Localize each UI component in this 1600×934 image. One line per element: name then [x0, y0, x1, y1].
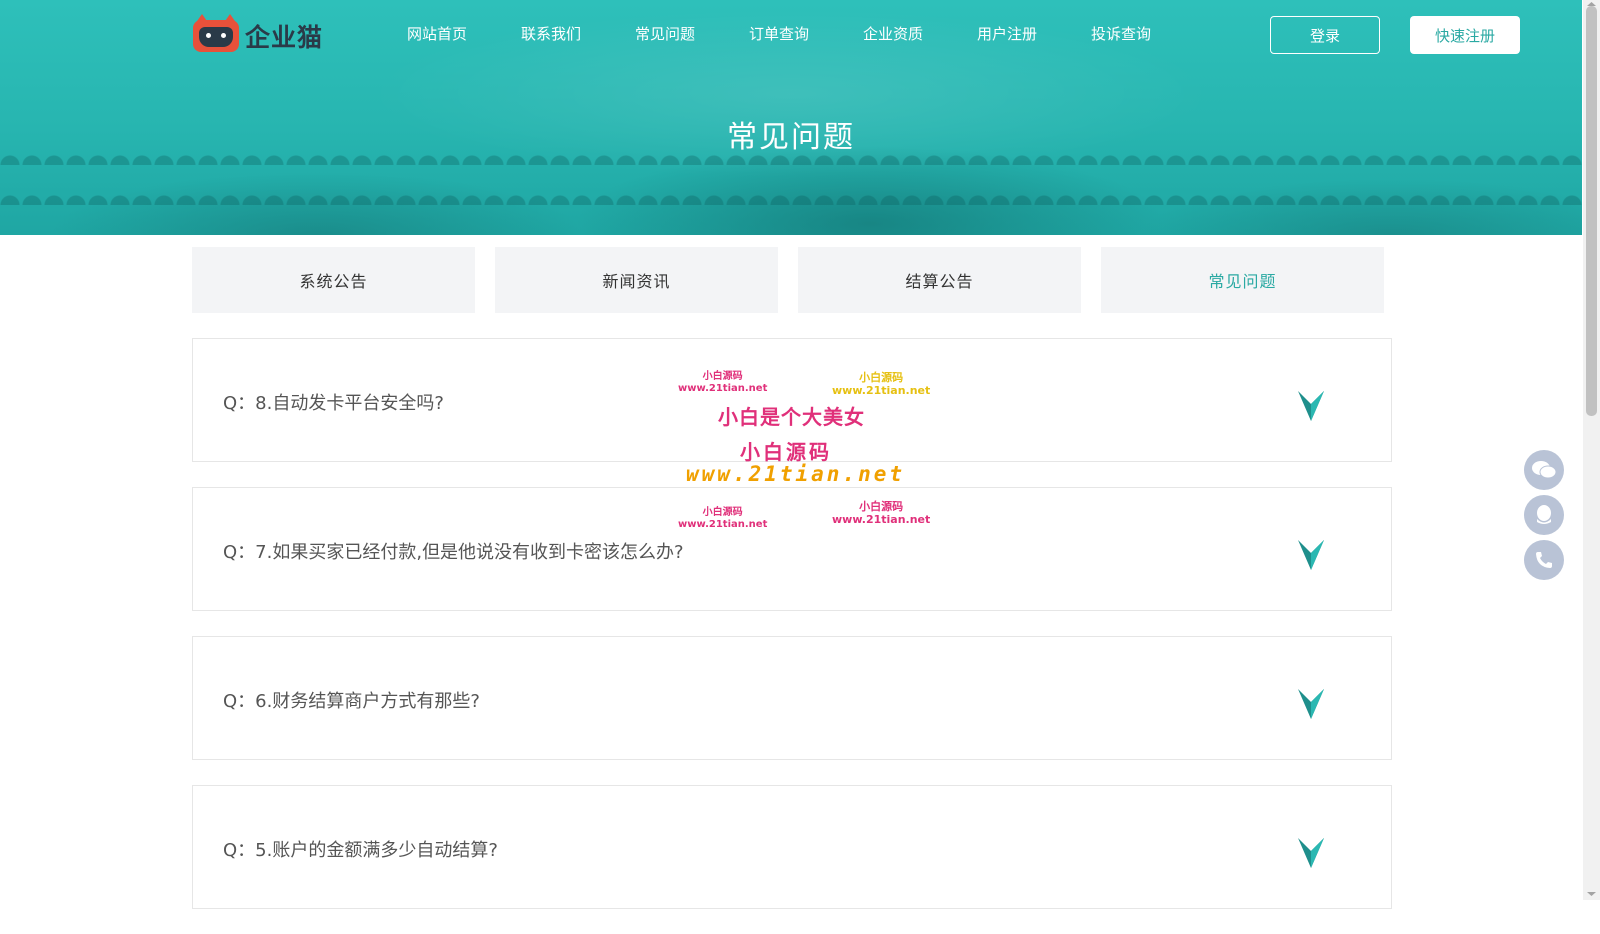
category-tabs: 系统公告 新闻资讯 结算公告 常见问题	[192, 247, 1384, 313]
chevron-down-icon	[1298, 838, 1324, 868]
nav-qualification[interactable]: 企业资质	[836, 22, 950, 46]
hero-banner: 企业猫 网站首页 联系我们 常见问题 订单查询 企业资质 用户注册 投诉查询 登…	[0, 0, 1582, 235]
tab-settlement-notice[interactable]: 结算公告	[798, 247, 1081, 313]
tab-news[interactable]: 新闻资讯	[495, 247, 778, 313]
chevron-down-icon	[1298, 391, 1324, 421]
nav-contact[interactable]: 联系我们	[494, 22, 608, 46]
scrollbar-thumb[interactable]	[1586, 6, 1597, 416]
cat-logo-icon	[193, 14, 239, 52]
nav-faq[interactable]: 常见问题	[608, 22, 722, 46]
chevron-down-icon	[1298, 540, 1324, 570]
faq-item[interactable]: Q：6.财务结算商户方式有那些?	[192, 636, 1392, 760]
tab-faq[interactable]: 常见问题	[1101, 247, 1384, 313]
logo[interactable]: 企业猫	[193, 14, 324, 54]
tab-system-notice[interactable]: 系统公告	[192, 247, 475, 313]
wechat-button[interactable]	[1524, 450, 1564, 490]
phone-button[interactable]	[1524, 540, 1564, 580]
faq-question: Q：5.账户的金额满多少自动结算?	[223, 840, 498, 861]
qq-button[interactable]	[1524, 495, 1564, 535]
nav-order-query[interactable]: 订单查询	[722, 22, 836, 46]
faq-item[interactable]: Q：5.账户的金额满多少自动结算?	[192, 785, 1392, 909]
wechat-icon	[1532, 461, 1556, 479]
login-button[interactable]: 登录	[1270, 16, 1380, 54]
scroll-down-icon[interactable]	[1586, 890, 1597, 898]
logo-text: 企业猫	[245, 23, 324, 52]
faq-question: Q：8.自动发卡平台安全吗?	[223, 393, 444, 414]
chevron-down-icon	[1298, 689, 1324, 719]
faq-question: Q：7.如果买家已经付款,但是他说没有收到卡密该怎么办?	[223, 542, 684, 563]
page-title: 常见问题	[727, 120, 855, 155]
quick-register-button[interactable]: 快速注册	[1410, 16, 1520, 54]
nav-complaint-query[interactable]: 投诉查询	[1064, 22, 1178, 46]
main-nav: 网站首页 联系我们 常见问题 订单查询 企业资质 用户注册 投诉查询	[380, 22, 1178, 46]
nav-home[interactable]: 网站首页	[380, 22, 494, 46]
faq-item[interactable]: Q：7.如果买家已经付款,但是他说没有收到卡密该怎么办?	[192, 487, 1392, 611]
faq-question: Q：6.财务结算商户方式有那些?	[223, 691, 480, 712]
qq-icon	[1537, 505, 1551, 524]
faq-list: Q：8.自动发卡平台安全吗? Q：7.如果买家已经付款,但是他说没有收到卡密该怎…	[192, 338, 1392, 934]
phone-icon	[1536, 552, 1552, 568]
nav-user-register[interactable]: 用户注册	[950, 22, 1064, 46]
faq-item[interactable]: Q：8.自动发卡平台安全吗?	[192, 338, 1392, 462]
